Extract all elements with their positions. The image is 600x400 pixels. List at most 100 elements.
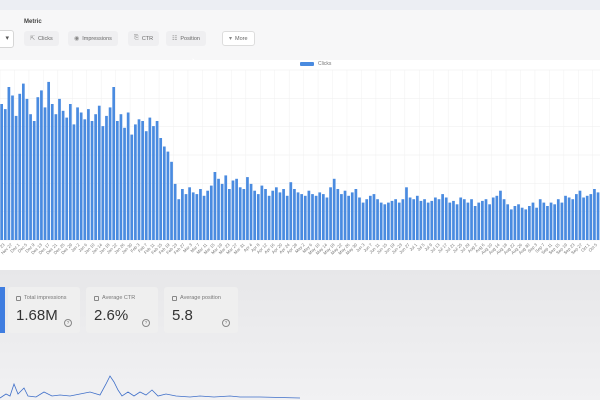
clicks-bar[interactable] [264,189,267,240]
clicks-bar[interactable] [303,195,307,240]
clicks-bar[interactable] [191,192,195,240]
clicks-bar[interactable] [123,127,126,240]
clicks-bar[interactable] [585,195,589,240]
clicks-bar[interactable] [162,146,166,241]
clicks-bar[interactable] [318,192,322,240]
clicks-bar[interactable] [358,197,361,241]
clicks-bar[interactable] [434,197,437,241]
clicks-bar[interactable] [455,204,459,240]
clicks-bar[interactable] [459,197,463,241]
clicks-bar[interactable] [321,194,325,240]
clicks-bar[interactable] [184,194,188,240]
clicks-bar[interactable] [119,114,123,240]
clicks-bar[interactable] [79,112,83,241]
clicks-bar[interactable] [97,105,101,240]
clicks-bar[interactable] [29,114,32,240]
clicks-bar[interactable] [94,114,97,240]
clicks-bar[interactable] [231,180,235,241]
clicks-bar[interactable] [444,197,448,241]
clicks-bar[interactable] [524,209,528,240]
clicks-bar[interactable] [376,199,379,240]
clicks-bar[interactable] [520,207,524,240]
clicks-bar[interactable] [564,195,567,240]
clicks-bar[interactable] [488,204,491,240]
clicks-bar[interactable] [495,195,499,240]
checkbox-icon[interactable] [94,295,99,301]
clicks-bar[interactable] [513,206,517,240]
clicks-bar[interactable] [314,195,318,240]
clicks-bar[interactable] [394,199,397,240]
clicks-bar[interactable] [213,172,217,240]
help-icon[interactable]: ? [222,319,230,327]
card-average-position[interactable]: Average position 5.8 ? [164,287,238,333]
clicks-bar[interactable] [130,134,134,240]
clicks-bar[interactable] [289,182,293,240]
clicks-bar[interactable] [379,202,383,240]
clicks-bar[interactable] [188,187,191,240]
clicks-bar[interactable] [238,187,242,240]
clicks-bar[interactable] [397,202,401,240]
clicks-bar[interactable] [596,192,600,240]
clicks-bar[interactable] [14,115,18,240]
clicks-bar[interactable] [267,195,271,240]
clicks-bar[interactable] [173,183,177,240]
clicks-bar[interactable] [108,107,112,241]
clicks-bar[interactable] [202,195,206,240]
clicks-bar[interactable] [354,189,358,240]
card-total-impressions[interactable]: Total impressions 1.68M ? [8,287,80,333]
clicks-bar[interactable] [567,197,571,241]
clicks-bar[interactable] [278,192,282,240]
clicks-bar[interactable] [423,199,426,240]
metric-chip-impressions[interactable]: ◉ Impressions [68,31,118,46]
clicks-bar[interactable] [293,189,296,240]
checkbox-icon[interactable] [16,295,21,301]
clicks-bar[interactable] [502,199,506,240]
clicks-bar[interactable] [340,194,343,240]
clicks-bar[interactable] [408,197,412,241]
clicks-bar[interactable] [390,200,394,240]
clicks-bar[interactable] [549,202,553,240]
clicks-bar[interactable] [32,121,36,240]
clicks-bar[interactable] [412,199,416,240]
clicks-bar[interactable] [256,194,260,240]
clicks-bar[interactable] [159,138,163,240]
clicks-bar[interactable] [336,189,340,240]
clicks-bar[interactable] [419,200,423,240]
clicks-bar[interactable] [166,151,170,240]
card-average-ctr[interactable]: Average CTR 2.6% ? [86,287,158,333]
clicks-bar[interactable] [83,119,87,240]
clicks-bar[interactable] [7,87,11,240]
clicks-bar[interactable] [43,107,47,241]
clicks-bar[interactable] [556,199,560,240]
clicks-bar[interactable] [126,112,130,241]
clicks-bar[interactable] [137,119,141,240]
help-icon[interactable]: ? [142,319,150,327]
clicks-bar[interactable] [105,115,108,240]
clicks-bar[interactable] [329,187,332,240]
clicks-bar[interactable] [553,204,557,240]
clicks-bar[interactable] [430,200,434,240]
clicks-bar[interactable] [368,195,372,240]
metric-chip-clicks[interactable]: ⇱ Clicks [24,31,59,46]
clicks-bar[interactable] [506,204,510,240]
metric-chip-position[interactable]: ☷ Position [166,31,206,46]
clicks-bar[interactable] [249,183,253,240]
clicks-bar[interactable] [36,97,40,240]
clicks-bar[interactable] [383,204,387,240]
clicks-bar[interactable] [101,126,105,240]
clicks-bar[interactable] [217,178,220,240]
clicks-bar[interactable] [152,126,155,240]
clicks-bar[interactable] [68,104,72,240]
clicks-bar[interactable] [228,189,231,240]
clicks-bar[interactable] [209,185,213,240]
clicks-bar[interactable] [141,121,144,240]
clicks-bar[interactable] [282,189,285,240]
clicks-bar[interactable] [155,121,159,240]
clicks-bar[interactable] [296,192,300,240]
clicks-bar[interactable] [415,195,419,240]
clicks-bar[interactable] [441,194,444,240]
clicks-bar-chart[interactable]: Nov 23Nov 27Dec 1Dec 5Dec 9Dec 13Dec 17D… [0,68,600,270]
clicks-bar[interactable] [300,194,304,240]
total-clicks-card-edge[interactable] [0,287,5,333]
clicks-bar[interactable] [224,175,228,240]
